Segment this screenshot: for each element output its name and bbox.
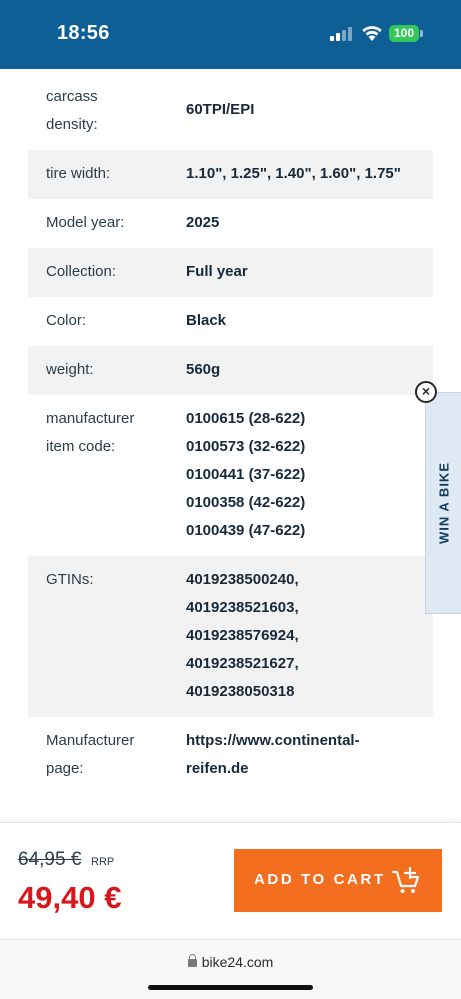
- wifi-icon: [362, 26, 382, 41]
- spec-value: 2025: [186, 214, 220, 231]
- purchase-bar: 64,95 € RRP 49,40 € ADD TO CART: [0, 822, 461, 939]
- win-a-bike-label: WIN A BIKE: [436, 462, 451, 544]
- rrp-label: RRP: [91, 856, 115, 868]
- spec-row-collection: Collection: Full year: [28, 248, 433, 297]
- status-time: 18:56: [57, 22, 110, 44]
- manufacturer-page-link[interactable]: https://www.continental- reifen.de: [186, 727, 426, 783]
- spec-row-model-year: Model year: 2025: [28, 199, 433, 248]
- spec-value: 1.10", 1.25", 1.40", 1.60", 1.75": [186, 165, 401, 182]
- status-bar: 18:56 100: [0, 0, 461, 69]
- add-to-cart-button[interactable]: ADD TO CART: [234, 849, 442, 912]
- sale-price: 49,40 €: [18, 880, 122, 915]
- spec-label: tire width:: [46, 165, 111, 182]
- spec-row-manufacturer-item-code: manufacturer item code: 0100615 (28-622)…: [28, 395, 433, 556]
- spec-row-carcass-density: carcass density: 60TPI/EPI: [28, 69, 433, 150]
- url-text: bike24.com: [201, 954, 274, 970]
- spec-label: manufacturer item code:: [46, 410, 135, 455]
- spec-row-weight: weight: 560g: [28, 346, 433, 395]
- lock-icon: [187, 954, 197, 967]
- spec-value: 0100615 (28-622) 0100573 (32-622) 010044…: [186, 410, 306, 539]
- cellular-signal-icon: [330, 27, 354, 41]
- spec-row-color: Color: Black: [28, 297, 433, 346]
- battery-icon: 100: [389, 25, 419, 42]
- spec-label: GTINs:: [46, 571, 94, 588]
- browser-url-bar[interactable]: bike24.com: [0, 939, 461, 999]
- add-to-cart-label: ADD TO CART: [254, 871, 386, 888]
- close-icon[interactable]: ×: [415, 381, 437, 403]
- spec-value: 4019238500240, 4019238521603, 4019238576…: [186, 571, 299, 700]
- old-price: 64,95 €: [18, 849, 82, 870]
- spec-value: Black: [186, 312, 227, 329]
- win-a-bike-tab[interactable]: WIN A BIKE: [425, 392, 461, 614]
- spec-row-manufacturer-page: Manufacturer page: https://www.continent…: [28, 717, 433, 797]
- url-display[interactable]: bike24.com: [0, 954, 461, 970]
- spec-label: Manufacturer page:: [46, 732, 135, 777]
- spec-label: carcass density:: [46, 88, 98, 133]
- spec-label: Collection:: [46, 263, 117, 280]
- spec-row-tire-width: tire width: 1.10", 1.25", 1.40", 1.60", …: [28, 150, 433, 199]
- spec-value: Full year: [186, 263, 248, 280]
- spec-value: 60TPI/EPI: [186, 101, 255, 118]
- spec-label: weight:: [46, 361, 94, 378]
- spec-value: 560g: [186, 361, 221, 378]
- product-specs-table: carcass density: 60TPI/EPI tire width: 1…: [28, 69, 433, 797]
- home-indicator[interactable]: [148, 985, 313, 990]
- battery-tip: [420, 30, 423, 37]
- spec-row-gtins: GTINs: 4019238500240, 4019238521603, 401…: [28, 556, 433, 717]
- cart-add-icon: [392, 867, 420, 893]
- spec-label: Color:: [46, 312, 87, 329]
- spec-label: Model year:: [46, 214, 125, 231]
